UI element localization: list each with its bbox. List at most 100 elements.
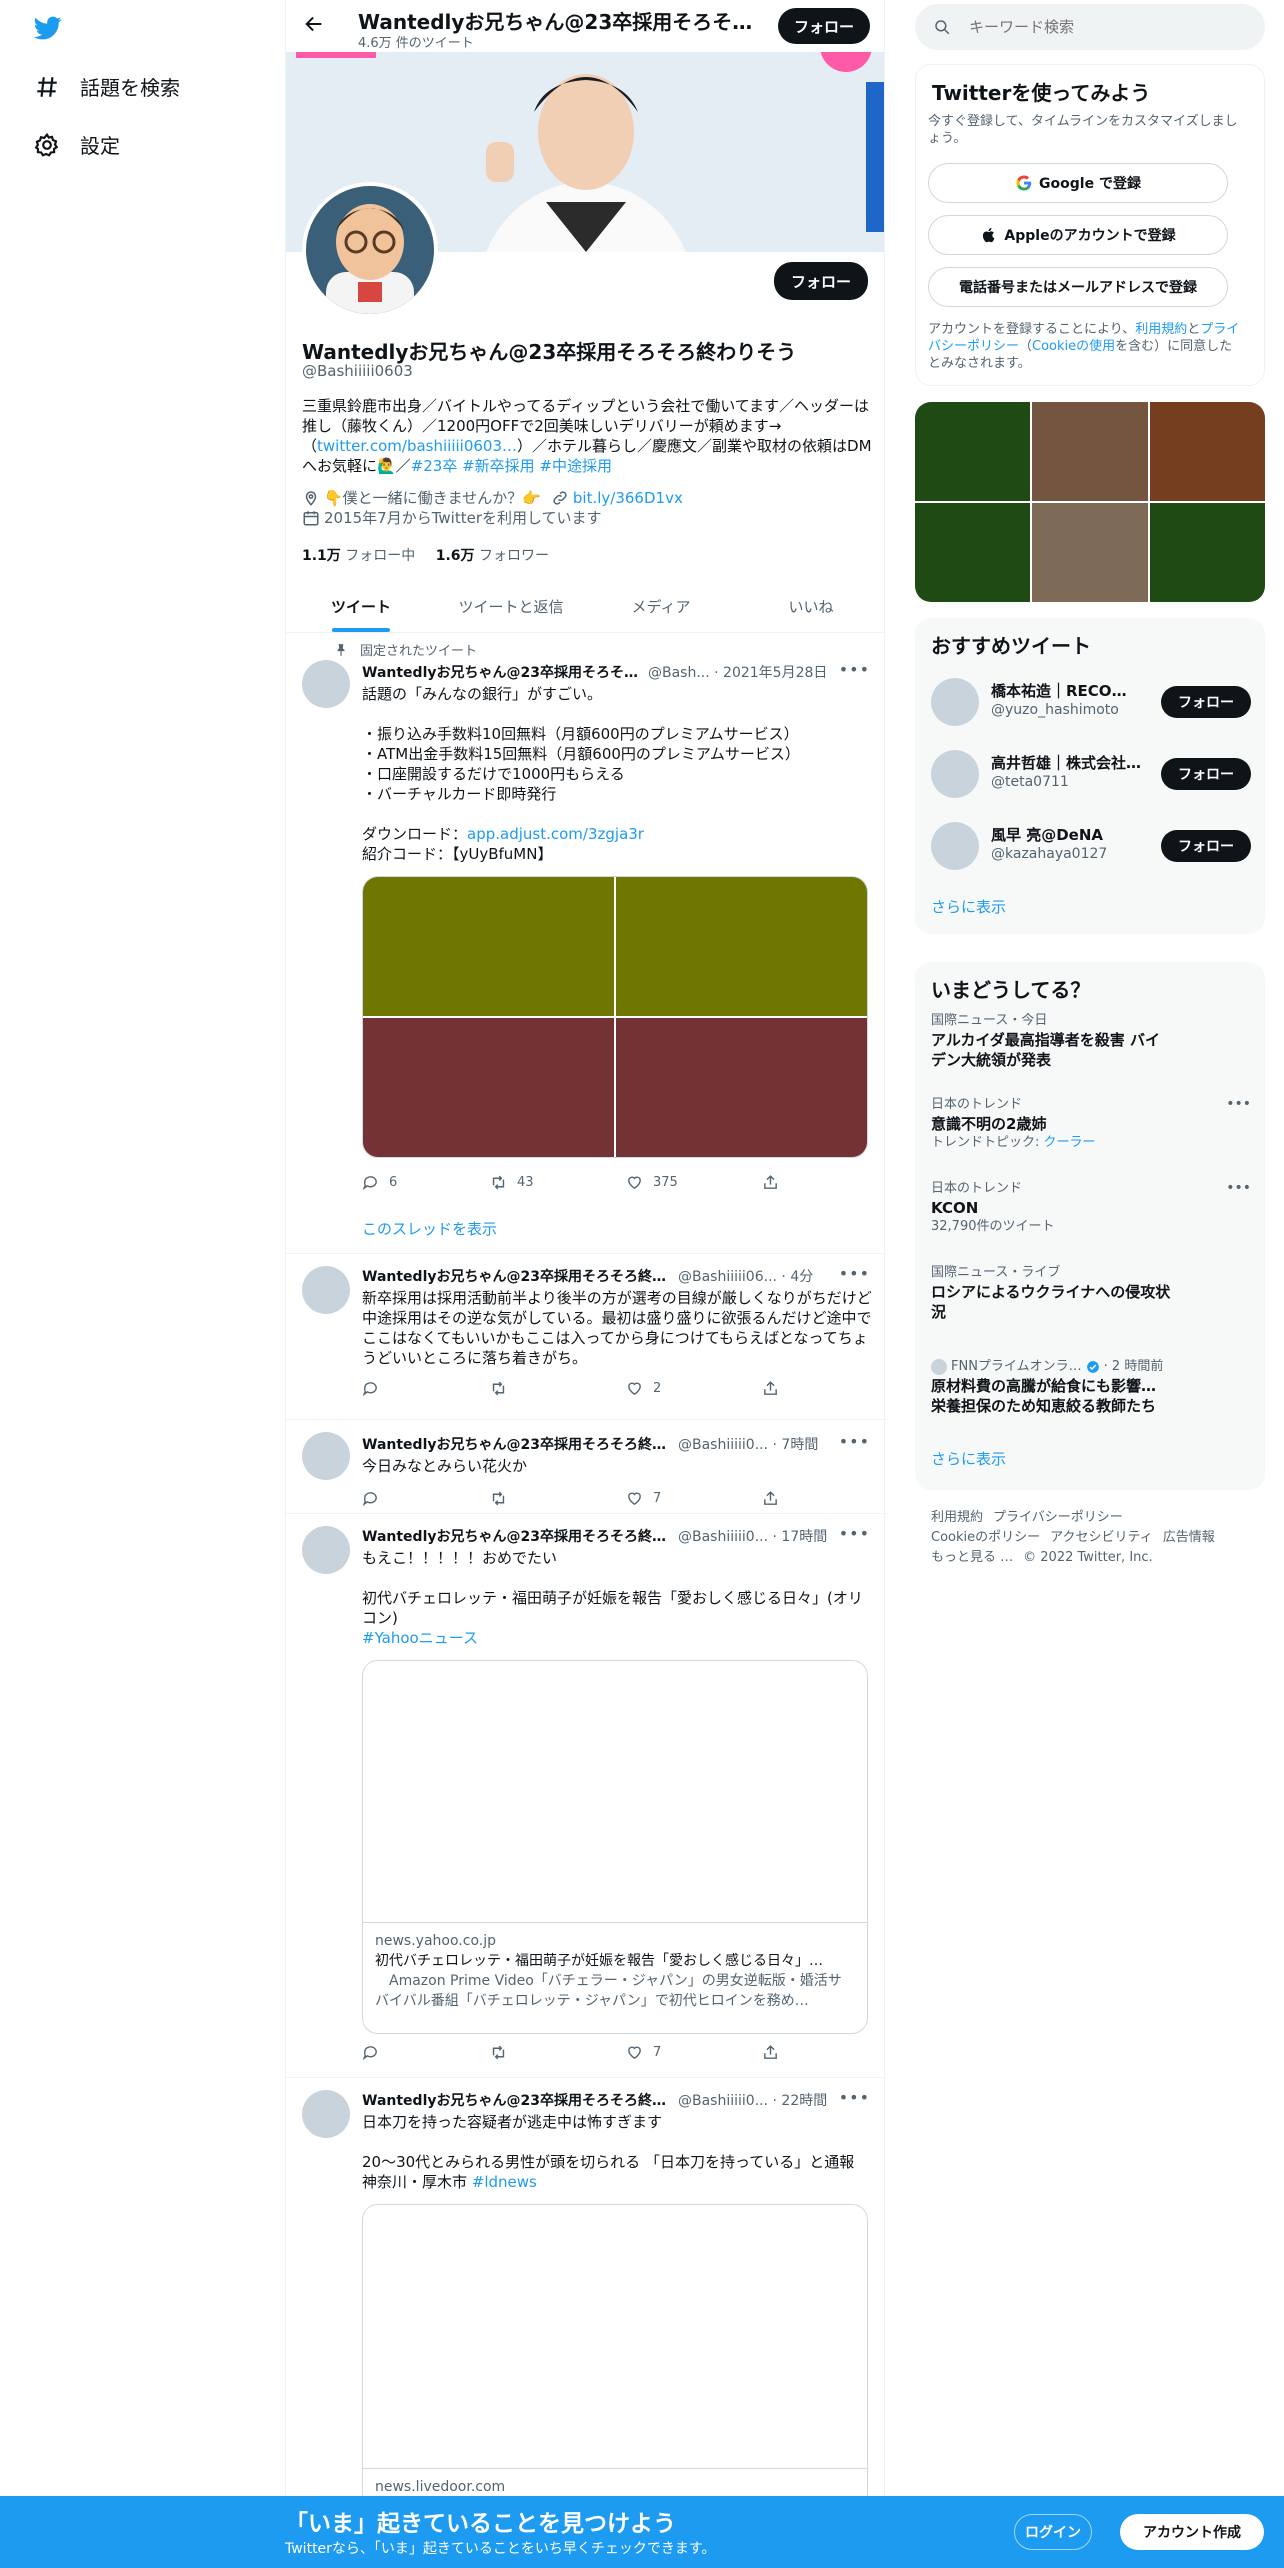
- share-button[interactable]: [762, 2044, 789, 2061]
- avatar[interactable]: [302, 660, 350, 708]
- footer-privacy-link[interactable]: プライバシーポリシー: [993, 1510, 1123, 1525]
- trend-item[interactable]: 国際ニュース・ライブ ロシアによるウクライナへの侵攻状況: [931, 1264, 1251, 1322]
- retweet-button[interactable]: [490, 2044, 517, 2061]
- trend-item[interactable]: 国際ニュース・今日 アルカイダ最高指導者を殺害 バイデン大統領が発表: [931, 1012, 1251, 1070]
- share-button[interactable]: [762, 1380, 789, 1397]
- tweet-meta[interactable]: @Bashiiiii06... · 4分: [678, 1266, 813, 1286]
- media-thumbnail[interactable]: [1149, 503, 1265, 602]
- retweet-button[interactable]: [490, 1380, 517, 1397]
- reply-button[interactable]: [362, 2044, 389, 2061]
- bio-link[interactable]: twitter.com/bashiiiii0603…: [317, 437, 517, 455]
- apple-signup-button[interactable]: Appleのアカウントで登録: [928, 215, 1228, 255]
- bio-hashtags[interactable]: #23卒 #新卒採用 #中途採用: [411, 457, 612, 475]
- avatar[interactable]: [302, 1432, 350, 1480]
- author-name[interactable]: Wantedlyお兄ちゃん@23卒採用そろそろ終わりそう: [362, 2090, 672, 2110]
- author-name[interactable]: Wantedlyお兄ちゃん@23卒採用そろそろ終わりそう: [362, 1266, 672, 1286]
- recommended-user[interactable]: 高井哲雄｜株式会社… @teta0711 フォロー: [931, 746, 1251, 802]
- back-button[interactable]: [300, 12, 328, 40]
- tweet-image[interactable]: [616, 1018, 867, 1157]
- tweet[interactable]: Wantedlyお兄ちゃん@23卒採用そろそろ終わりそう @Bashiiiii0…: [286, 1514, 884, 2078]
- media-thumbnail[interactable]: [1149, 402, 1265, 501]
- tweet-hashtag[interactable]: #Yahooニュース: [362, 1629, 478, 1647]
- like-button[interactable]: 375: [626, 1174, 678, 1191]
- tab-tweets[interactable]: ツイート: [286, 580, 436, 632]
- retweet-button[interactable]: 43: [490, 1174, 534, 1191]
- phone-email-signup-button[interactable]: 電話番号またはメールアドレスで登録: [928, 267, 1228, 307]
- share-button[interactable]: [762, 1174, 789, 1191]
- link-card[interactable]: news.yahoo.co.jp 初代バチェロレッテ・福田萌子が妊娠を報告「愛お…: [362, 1660, 868, 2034]
- create-account-button[interactable]: アカウント作成: [1120, 2514, 1264, 2550]
- tweet[interactable]: Wantedlyお兄ちゃん@23卒採用そろそろ終わりそう @Bashiiiii0…: [286, 1420, 884, 1514]
- avatar[interactable]: [302, 1526, 350, 1574]
- cookie-link[interactable]: Cookieの使用: [1032, 339, 1115, 354]
- tweet-meta[interactable]: @Bashiiiii0... · 22時間: [678, 2090, 827, 2110]
- nav-explore[interactable]: 話題を検索: [34, 72, 180, 101]
- tab-likes[interactable]: いいね: [736, 580, 884, 632]
- search-bar[interactable]: [915, 4, 1265, 50]
- tweet-link[interactable]: app.adjust.com/3zgja3r: [467, 825, 644, 843]
- tweet-meta[interactable]: @Bash... · 2021年5月28日: [648, 662, 827, 682]
- follow-button[interactable]: フォロー: [1161, 758, 1251, 790]
- trend-item[interactable]: 日本のトレンド 意識不明の2歳姉 トレンドトピック: クーラー •••: [931, 1096, 1251, 1152]
- author-name[interactable]: Wantedlyお兄ちゃん@23卒採用そろそろ終わりそう: [362, 1434, 672, 1454]
- like-button[interactable]: 7: [626, 1490, 661, 1507]
- follow-button[interactable]: フォロー: [1161, 830, 1251, 862]
- more-icon[interactable]: •••: [1226, 1096, 1251, 1112]
- trends-show-more[interactable]: さらに表示: [931, 1448, 1006, 1469]
- profile-follow-button[interactable]: フォロー: [774, 262, 868, 300]
- more-icon[interactable]: •••: [839, 1432, 870, 1451]
- trend-topic-link[interactable]: クーラー: [1044, 1135, 1096, 1150]
- profile-url[interactable]: bit.ly/366D1vx: [573, 488, 683, 508]
- avatar[interactable]: [302, 1266, 350, 1314]
- more-icon[interactable]: •••: [839, 1524, 870, 1543]
- tweet-image[interactable]: [363, 877, 614, 1016]
- media-thumbnail[interactable]: [1032, 402, 1148, 501]
- recommended-user[interactable]: 風早 亮@DeNA @kazahaya0127 フォロー: [931, 818, 1251, 874]
- share-button[interactable]: [762, 1490, 789, 1507]
- tweet-pinned[interactable]: 固定されたツイート Wantedlyお兄ちゃん@23卒採用そろそろ終わりそう @…: [286, 634, 884, 1254]
- tab-media[interactable]: メディア: [586, 580, 736, 632]
- more-icon[interactable]: •••: [839, 1264, 870, 1283]
- login-button[interactable]: ログイン: [1014, 2514, 1092, 2550]
- retweet-button[interactable]: [490, 1490, 517, 1507]
- author-name[interactable]: Wantedlyお兄ちゃん@23卒採用そろそろ終わりそう: [362, 1526, 672, 1546]
- search-input[interactable]: [969, 18, 1229, 36]
- tweet-meta[interactable]: @Bashiiiii0... · 7時間: [678, 1434, 818, 1454]
- reply-button[interactable]: 6: [362, 1174, 397, 1191]
- tweet-hashtag[interactable]: #ldnews: [472, 2173, 537, 2191]
- show-thread-link[interactable]: このスレッドを表示: [362, 1218, 497, 1239]
- more-icon[interactable]: •••: [839, 660, 870, 679]
- followers-link[interactable]: 1.6万 フォロワー: [436, 548, 549, 564]
- tweet[interactable]: Wantedlyお兄ちゃん@23卒採用そろそろ終わりそう @Bashiiiii0…: [286, 2078, 884, 2568]
- following-link[interactable]: 1.1万 フォロー中: [302, 548, 415, 564]
- author-name[interactable]: Wantedlyお兄ちゃん@23卒採用そろそろ終わりそう: [362, 662, 642, 682]
- more-icon[interactable]: •••: [1226, 1180, 1251, 1196]
- more-icon[interactable]: •••: [839, 2088, 870, 2107]
- follow-button[interactable]: フォロー: [1161, 686, 1251, 718]
- tweet-image[interactable]: [363, 1018, 614, 1157]
- media-thumbnail[interactable]: [915, 503, 1031, 602]
- media-thumbnail[interactable]: [1032, 503, 1148, 602]
- tweet[interactable]: Wantedlyお兄ちゃん@23卒採用そろそろ終わりそう @Bashiiiii0…: [286, 1254, 884, 1420]
- reply-button[interactable]: [362, 1380, 389, 1397]
- twitter-logo-icon[interactable]: [32, 14, 64, 42]
- tweet-meta[interactable]: @Bashiiiii0... · 17時間: [678, 1526, 827, 1546]
- footer-ads-link[interactable]: 広告情報: [1163, 1530, 1215, 1545]
- footer-more-link[interactable]: もっと見る …: [931, 1550, 1013, 1565]
- header-follow-button[interactable]: フォロー: [778, 8, 870, 44]
- google-signup-button[interactable]: Google で登録: [928, 163, 1228, 203]
- profile-avatar[interactable]: [302, 182, 438, 318]
- avatar[interactable]: [302, 2090, 350, 2138]
- avatar[interactable]: [931, 822, 979, 870]
- like-button[interactable]: 2: [626, 1380, 661, 1397]
- tweet-image-grid[interactable]: [362, 876, 868, 1158]
- nav-settings[interactable]: 設定: [34, 130, 120, 159]
- terms-link[interactable]: 利用規約: [1135, 322, 1187, 337]
- footer-cookie-link[interactable]: Cookieのポリシー: [931, 1530, 1040, 1545]
- avatar[interactable]: [931, 750, 979, 798]
- footer-accessibility-link[interactable]: アクセシビリティ: [1050, 1530, 1153, 1545]
- tab-tweets-and-replies[interactable]: ツイートと返信: [436, 580, 586, 632]
- like-button[interactable]: 7: [626, 2044, 661, 2061]
- media-thumbnail[interactable]: [915, 402, 1031, 501]
- avatar[interactable]: [931, 678, 979, 726]
